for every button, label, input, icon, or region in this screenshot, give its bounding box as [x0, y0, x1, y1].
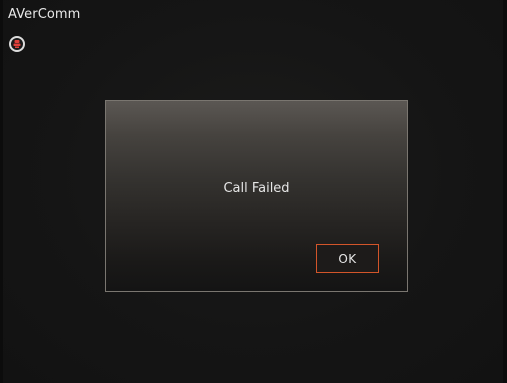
record-alert-icon — [9, 36, 25, 52]
app-title: AVerComm — [8, 7, 81, 22]
dialog-message: Call Failed — [223, 181, 290, 196]
ok-button[interactable]: OK — [316, 244, 379, 273]
left-frame-edge — [0, 0, 3, 383]
record-alert-glyph — [13, 40, 21, 48]
screen: AVerComm Call Failed OK — [0, 0, 507, 383]
call-failed-dialog: Call Failed OK — [105, 100, 408, 292]
right-frame-edge — [503, 0, 507, 383]
